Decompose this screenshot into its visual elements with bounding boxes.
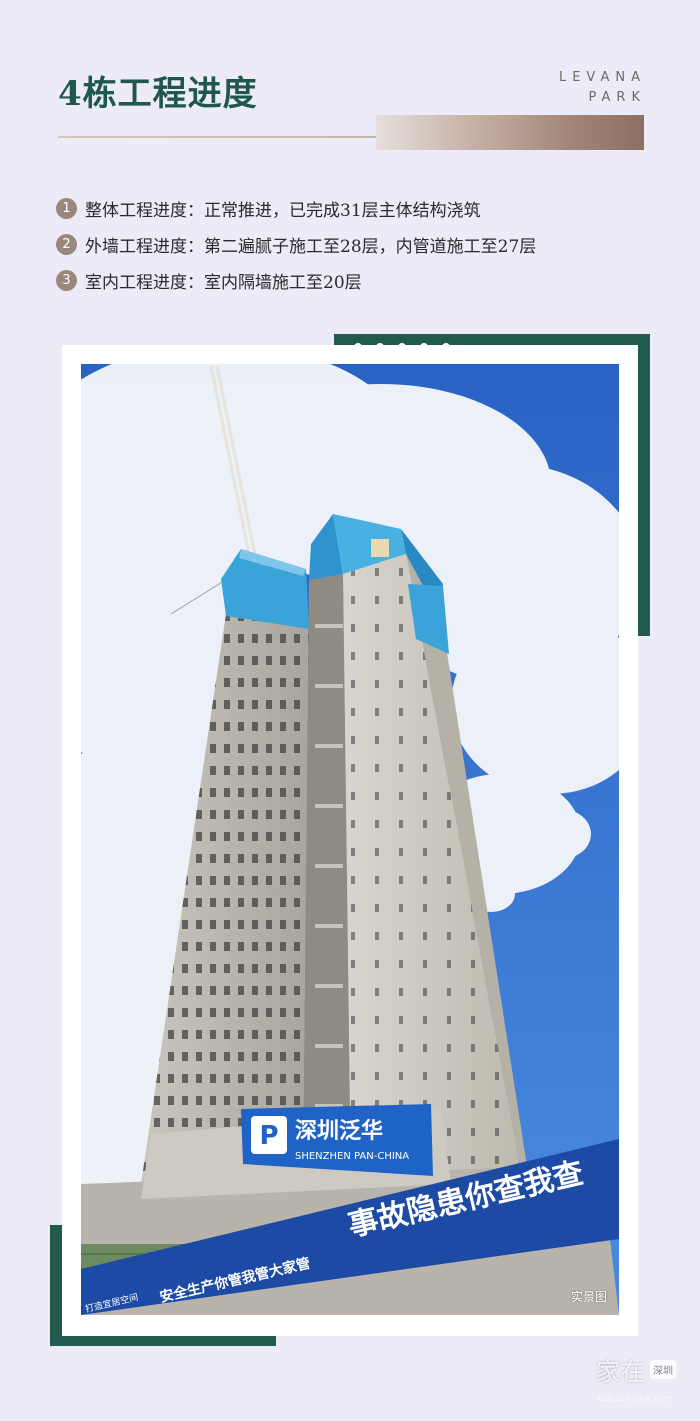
dot-icon bbox=[420, 343, 428, 351]
building-illustration: P 深圳泛华 SHENZHEN PAN-CHINA 事故隐患你查我查 安全生产你… bbox=[81, 364, 619, 1315]
number-badge: 2 bbox=[56, 233, 77, 255]
progress-text: 整体工程进度：正常推进，已完成31层主体结构浇筑 bbox=[85, 200, 481, 221]
svg-text:P: P bbox=[259, 1121, 278, 1151]
page-title: 4栋工程进度 bbox=[58, 74, 258, 114]
decorative-dots bbox=[354, 343, 450, 351]
brand-logo: LEVANA PARK bbox=[559, 68, 646, 108]
triangle-left-icon bbox=[628, 380, 635, 388]
header-accent-bar bbox=[376, 115, 644, 150]
progress-item-interior: 3 室内工程进度：室内隔墙施工至20层 bbox=[56, 262, 536, 298]
brand-line-2: PARK bbox=[588, 90, 646, 105]
number-badge: 3 bbox=[56, 269, 77, 291]
dot-icon bbox=[398, 343, 406, 351]
progress-list: 1 整体工程进度：正常推进，已完成31层主体结构浇筑 2 外墙工程进度：第二遍腻… bbox=[56, 190, 536, 298]
brand-line-1: LEVANA bbox=[558, 70, 646, 85]
progress-item-overall: 1 整体工程进度：正常推进，已完成31层主体结构浇筑 bbox=[56, 190, 536, 226]
svg-text:深圳泛华: 深圳泛华 bbox=[295, 1118, 383, 1144]
decorative-arrows bbox=[628, 363, 635, 405]
number-badge: 1 bbox=[56, 197, 77, 219]
watermark-logo: 家在 bbox=[596, 1358, 646, 1386]
watermark: 家在 深圳 bbox=[596, 1352, 676, 1387]
watermark-url: bbs.szhome.com bbox=[597, 1394, 672, 1403]
construction-photo: P 深圳泛华 SHENZHEN PAN-CHINA 事故隐患你查我查 安全生产你… bbox=[81, 364, 619, 1315]
svg-text:SHENZHEN PAN-CHINA: SHENZHEN PAN-CHINA bbox=[295, 1151, 409, 1162]
watermark-tag: 深圳 bbox=[650, 1360, 676, 1379]
dot-icon bbox=[376, 343, 384, 351]
company-sign: P 深圳泛华 SHENZHEN PAN-CHINA bbox=[241, 1104, 433, 1176]
progress-item-exterior: 2 外墙工程进度：第二遍腻子施工至28层，内管道施工至27层 bbox=[56, 226, 536, 262]
dot-icon bbox=[354, 343, 362, 351]
triangle-left-icon bbox=[628, 397, 635, 405]
dot-icon bbox=[442, 343, 450, 351]
photo-caption: 实景图 bbox=[570, 1290, 607, 1304]
progress-text: 室内工程进度：室内隔墙施工至20层 bbox=[85, 272, 362, 293]
progress-text: 外墙工程进度：第二遍腻子施工至28层，内管道施工至27层 bbox=[85, 236, 537, 257]
triangle-left-icon bbox=[628, 363, 635, 371]
